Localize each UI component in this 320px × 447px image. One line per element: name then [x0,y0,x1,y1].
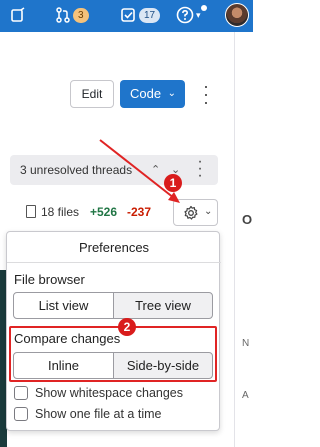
partial-avatar-fragment: O [242,212,253,227]
step-2-badge: 2 [118,318,136,336]
step-1-badge: 1 [164,174,182,192]
annotation-arrow [99,139,180,203]
partial-text-fragment: A [242,390,249,401]
partial-text-fragment: N [242,338,250,349]
